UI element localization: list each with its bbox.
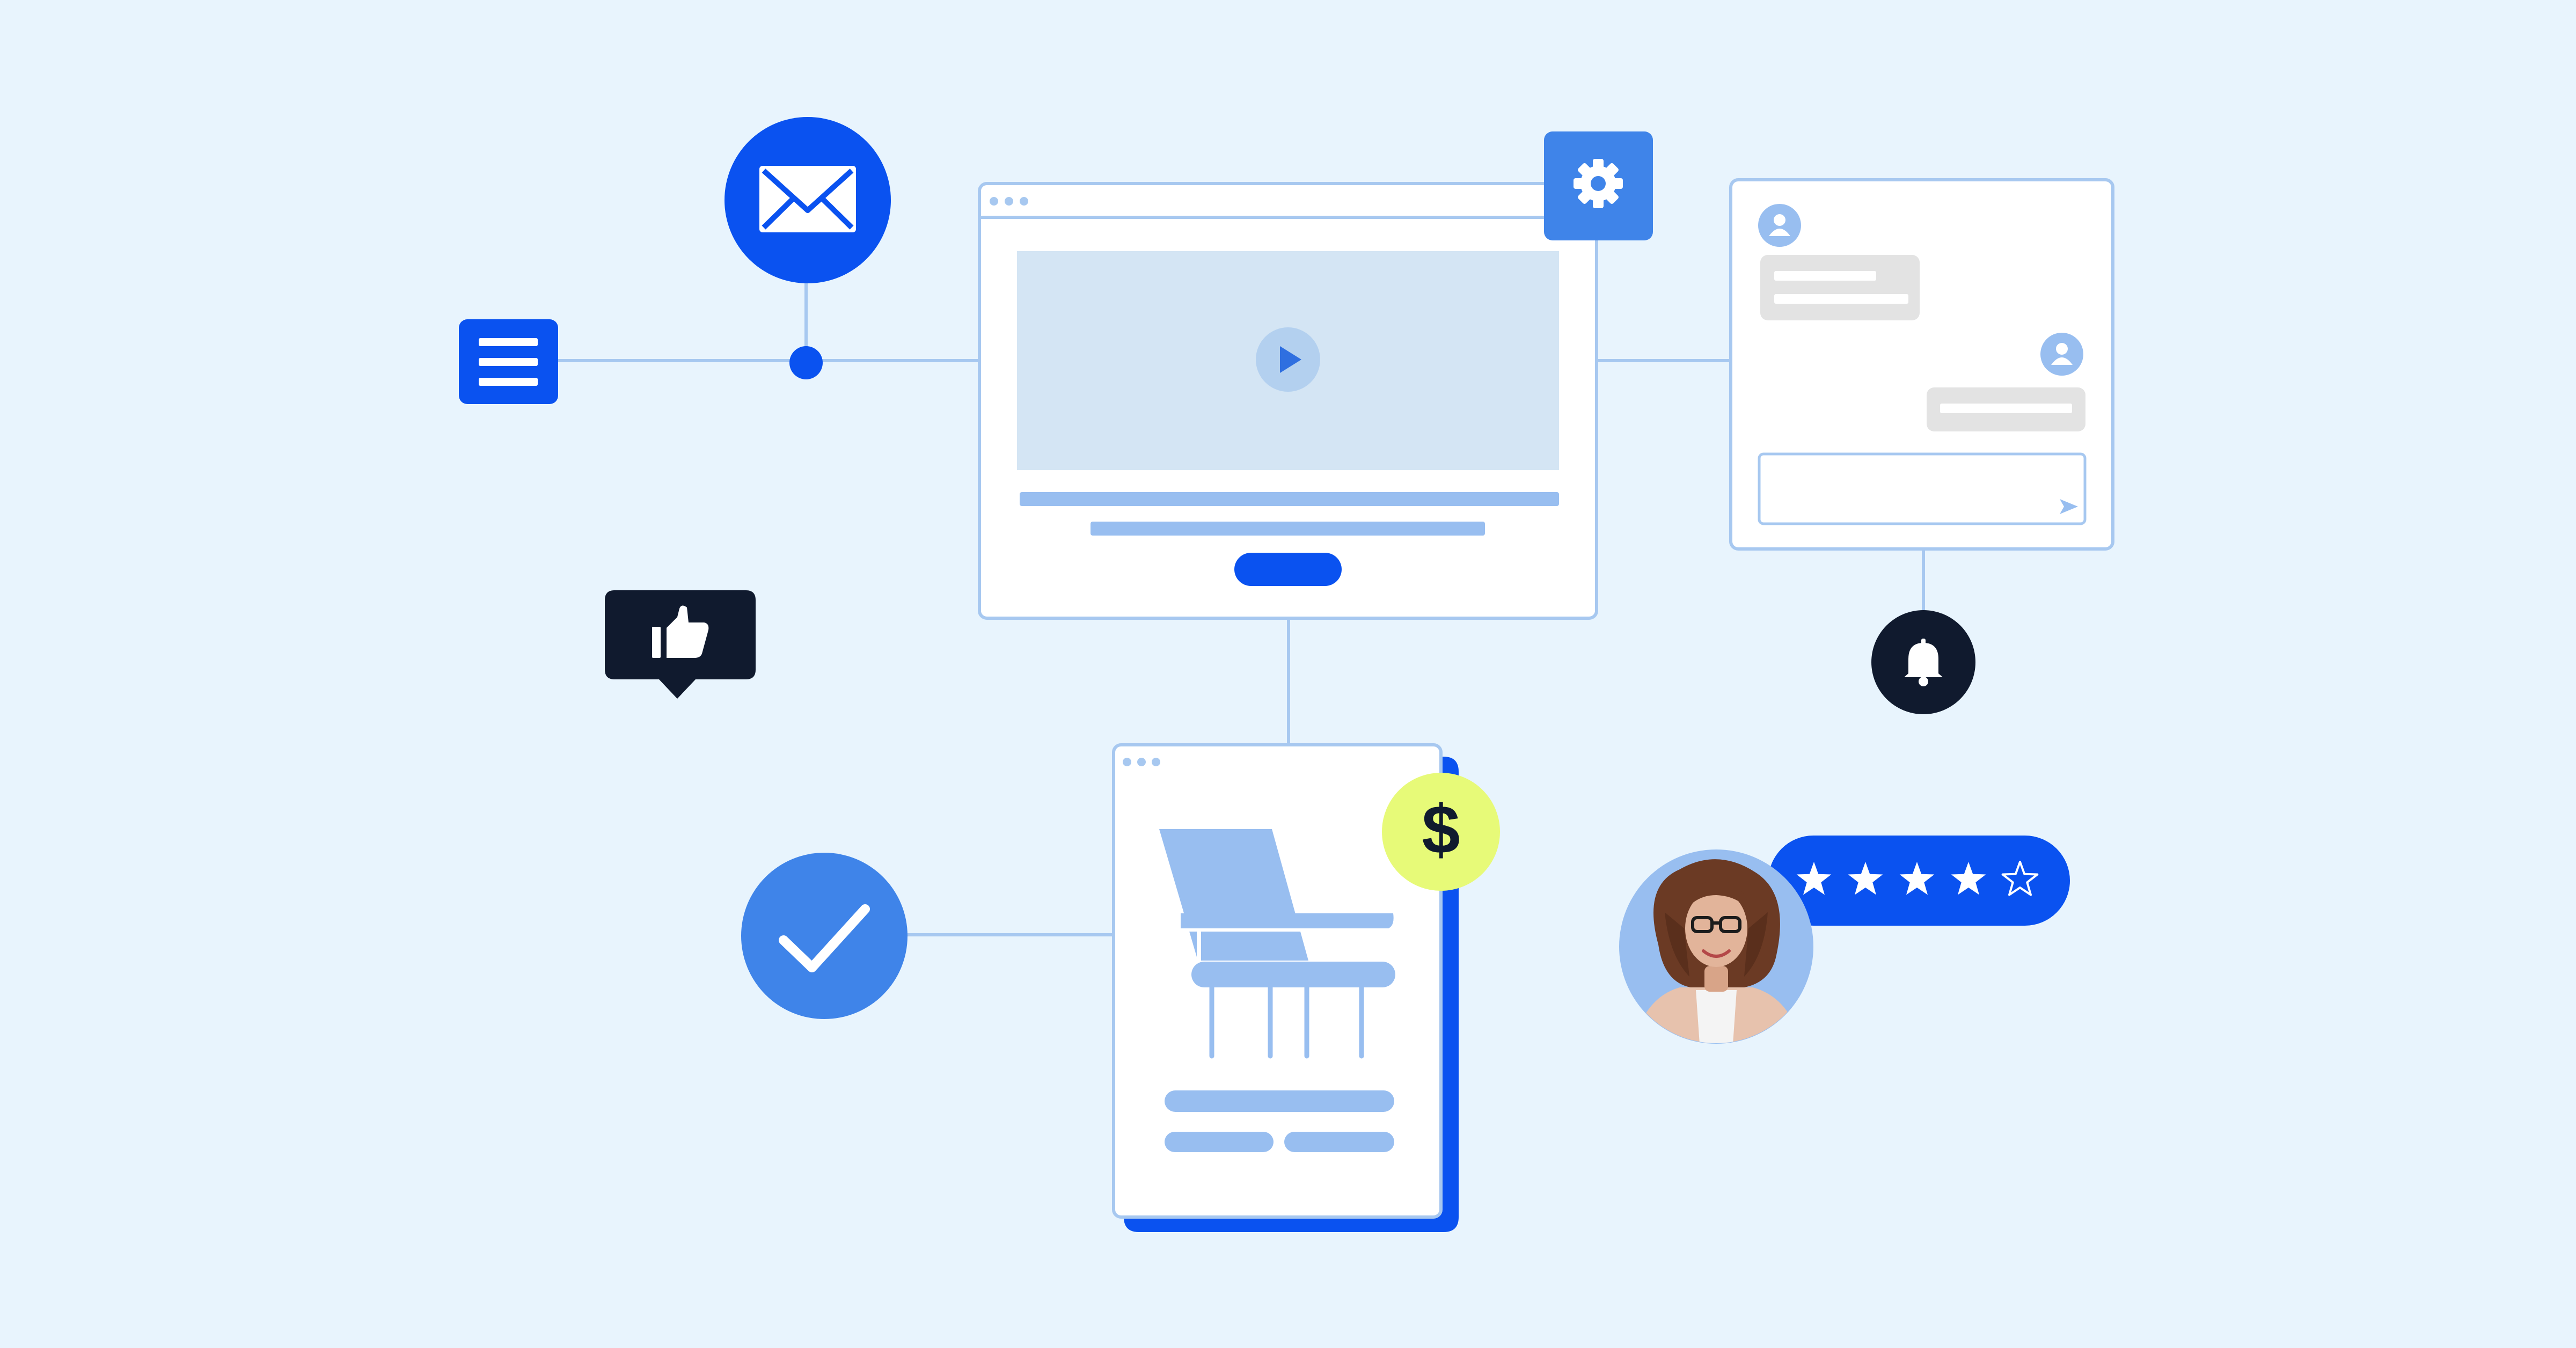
envelope-icon [759, 166, 856, 232]
product-title-line [1165, 1090, 1394, 1112]
window-controls [1123, 758, 1160, 766]
menu-button[interactable] [459, 319, 558, 404]
hamburger-menu-icon [479, 338, 538, 386]
approve-button[interactable] [741, 853, 908, 1019]
text-line [1020, 492, 1559, 506]
chat-avatar [1758, 204, 1801, 247]
chat-bubble-sent [1927, 387, 2085, 431]
reviewer-avatar [1619, 849, 1813, 1044]
settings-button[interactable] [1544, 131, 1653, 240]
dollar-sign: $ [1422, 792, 1460, 868]
chat-message-input[interactable] [1758, 452, 2087, 525]
window-controls [990, 197, 1028, 206]
like-button[interactable] [605, 590, 756, 699]
chat-avatar [2040, 333, 2083, 376]
connector-junction [789, 346, 823, 379]
video-window [978, 182, 1598, 620]
price-badge: $ [1382, 773, 1500, 891]
email-button[interactable] [724, 117, 891, 283]
cta-button[interactable] [1234, 553, 1342, 586]
rating-pill [1768, 836, 2070, 926]
text-line [1091, 522, 1485, 536]
product-detail-line [1284, 1132, 1394, 1152]
play-button[interactable] [1256, 327, 1320, 392]
gear-icon [1574, 159, 1623, 208]
chat-bubble-received [1760, 255, 1920, 320]
illustration-canvas: $ [0, 0, 2576, 1348]
chat-window [1729, 178, 2114, 551]
product-detail-line [1165, 1132, 1274, 1152]
notification-button[interactable] [1871, 610, 1975, 714]
